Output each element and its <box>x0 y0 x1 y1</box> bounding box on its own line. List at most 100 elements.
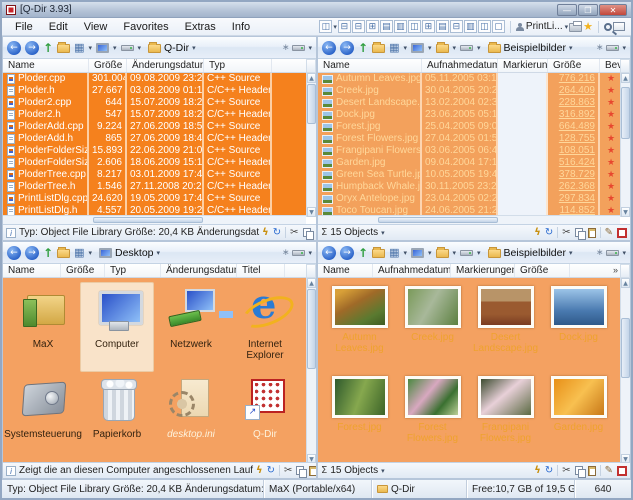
copy-icon[interactable] <box>296 466 305 476</box>
titlebar[interactable]: [Q-Dir 3.93] — ❐ ✕ <box>2 2 631 18</box>
computer-icon[interactable] <box>411 248 424 258</box>
computer-icon[interactable] <box>411 43 424 53</box>
thumbnail-item[interactable]: Frangipani Flowers.jpg <box>469 376 542 464</box>
desktop-item[interactable]: Systemsteuerung <box>6 372 80 462</box>
table-row[interactable]: PrintListDlg.cpp 24.620 19.05.2009 17:47… <box>3 193 306 205</box>
horizontal-scrollbar[interactable] <box>318 215 620 224</box>
chevron-down-icon[interactable]: ▾ <box>403 44 407 52</box>
vertical-scrollbar[interactable]: ▲ ▼ <box>620 73 630 217</box>
column-header[interactable]: Markierun... <box>498 59 548 72</box>
copy-icon[interactable] <box>303 228 312 238</box>
layout-preset-button[interactable]: ⊞ <box>422 20 435 33</box>
layout-preset-button[interactable]: ⊟ <box>450 20 463 33</box>
edit-icon[interactable]: ✎ <box>605 465 613 477</box>
scroll-up-icon[interactable]: ▲ <box>307 73 316 83</box>
table-row[interactable]: Ploder.cpp 301.004 09.08.2009 23:20 C++ … <box>3 73 306 85</box>
paste-icon[interactable] <box>588 228 596 238</box>
more-columns-chevron[interactable]: » <box>613 265 618 275</box>
folders-icon[interactable] <box>436 44 449 53</box>
column-header[interactable]: Aufnahmedatum <box>373 264 451 277</box>
back-icon[interactable]: ← <box>322 41 336 55</box>
column-header[interactable]: Aufnahmedatum <box>422 59 498 72</box>
quick-action-icon[interactable]: ϟ <box>534 465 541 477</box>
table-row[interactable]: PloderFolderSize.cpp 15.893 22.06.2009 2… <box>3 145 306 157</box>
new-folder-icon[interactable] <box>57 249 70 258</box>
column-header[interactable]: Typ <box>204 59 272 72</box>
table-row[interactable]: PloderAdd.cpp 9.224 27.06.2009 18:58 C++… <box>3 121 306 133</box>
horizontal-scrollbar[interactable] <box>3 215 306 224</box>
back-icon[interactable]: ← <box>7 246 21 260</box>
column-header[interactable]: Änderungsdatum <box>161 264 237 277</box>
chevron-down-icon[interactable]: ▾ <box>428 44 432 52</box>
column-header[interactable]: Name <box>318 59 422 72</box>
desktop-item[interactable]: Internet Explorer <box>228 282 302 372</box>
table-row[interactable]: Dock.jpg 23.06.2005 05:17 316.892 ★ <box>318 109 620 121</box>
cut-icon[interactable]: ✂ <box>284 465 292 477</box>
pane-options-icon[interactable]: ∗ <box>596 42 604 53</box>
menu-item[interactable]: Info <box>225 20 257 34</box>
up-icon[interactable]: ↑ <box>43 41 53 55</box>
table-row[interactable]: PloderTree.cpp 8.217 03.01.2009 17:43 C+… <box>3 169 306 181</box>
thumbnail-item[interactable]: Autumn Leaves.jpg <box>323 286 396 376</box>
computer-icon[interactable] <box>96 43 109 53</box>
object-count[interactable]: 15 Objects <box>330 465 378 476</box>
quick-action-icon[interactable]: ϟ <box>256 465 263 477</box>
column-header[interactable]: Name <box>3 264 61 277</box>
chevron-down-icon[interactable]: ▾ <box>88 249 92 257</box>
chevron-down-icon[interactable]: ▾ <box>477 249 481 257</box>
pane-options-icon[interactable]: ∗ <box>282 247 290 258</box>
drives-icon[interactable] <box>121 45 134 51</box>
new-folder-icon[interactable] <box>372 44 385 53</box>
cut-icon[interactable]: ✂ <box>290 227 298 239</box>
magnifier-icon[interactable] <box>604 23 612 31</box>
copy-icon[interactable] <box>575 228 584 238</box>
minimize-button[interactable]: — <box>557 4 577 16</box>
copy-icon[interactable] <box>575 466 584 476</box>
refresh-icon[interactable]: ↻ <box>273 227 281 239</box>
layout-preset-button[interactable]: ⊟ <box>338 20 351 33</box>
quick-action-icon[interactable]: ϟ <box>534 227 541 239</box>
forward-icon[interactable]: → <box>340 41 354 55</box>
layout-preset-button[interactable]: ◫ <box>408 20 421 33</box>
scrollbar-thumb[interactable] <box>307 289 316 369</box>
object-count[interactable]: 15 Objects <box>330 227 378 238</box>
table-row[interactable]: Green Sea Turtle.jpg 10.05.2005 19:45 37… <box>318 169 620 181</box>
table-row[interactable]: Desert Landscape.jpg 13.02.2004 02:30 22… <box>318 97 620 109</box>
network-icon[interactable] <box>606 250 619 256</box>
drives-icon[interactable] <box>460 45 473 51</box>
up-icon[interactable]: ↑ <box>358 246 368 260</box>
refresh-icon[interactable]: ↻ <box>545 227 553 239</box>
back-icon[interactable]: ← <box>7 41 21 55</box>
layout-preset-button[interactable]: ▤ <box>380 20 393 33</box>
chevron-down-icon[interactable]: ▾ <box>138 44 142 52</box>
scroll-corner-button[interactable] <box>620 264 630 278</box>
scroll-down-icon[interactable]: ▼ <box>621 207 630 217</box>
table-row[interactable]: Garden.jpg 09.04.2004 17:17 516.424 ★ <box>318 157 620 169</box>
table-row[interactable]: Creek.jpg 30.04.2005 20:20 264.409 ★ <box>318 85 620 97</box>
chevron-down-icon[interactable]: ▾ <box>308 44 312 52</box>
maximize-button[interactable]: ❐ <box>578 4 598 16</box>
chevron-down-icon[interactable]: ▾ <box>622 44 626 52</box>
column-header[interactable]: Titel <box>237 264 285 277</box>
chevron-down-icon[interactable]: ▾ <box>333 23 337 31</box>
column-header[interactable]: Markierungen <box>451 264 515 277</box>
pane-options-icon[interactable]: ∗ <box>596 247 604 258</box>
edit-icon[interactable]: ✎ <box>605 227 613 239</box>
menu-item[interactable]: Edit <box>42 20 75 34</box>
scroll-down-icon[interactable]: ▼ <box>307 207 316 217</box>
menu-item[interactable]: View <box>77 20 115 34</box>
menu-item[interactable]: Favorites <box>116 20 175 34</box>
qdir-grid-icon[interactable] <box>617 466 627 476</box>
column-header[interactable]: Größe <box>61 264 105 277</box>
scroll-corner-button[interactable] <box>620 59 630 73</box>
cut-icon[interactable]: ✂ <box>562 227 570 239</box>
network-icon[interactable] <box>292 45 305 51</box>
vertical-scrollbar[interactable]: ▲ ▼ <box>306 73 316 217</box>
menu-item[interactable]: Extras <box>178 20 223 34</box>
refresh-icon[interactable]: ↻ <box>545 465 553 477</box>
layout-preset-button[interactable]: ▢ <box>492 20 505 33</box>
thumbnail-item[interactable]: Forest.jpg <box>323 376 396 464</box>
scroll-up-icon[interactable]: ▲ <box>307 278 316 288</box>
scroll-up-icon[interactable]: ▲ <box>621 278 630 288</box>
thumbnail-item[interactable]: Desert Landscape.jpg <box>469 286 542 376</box>
